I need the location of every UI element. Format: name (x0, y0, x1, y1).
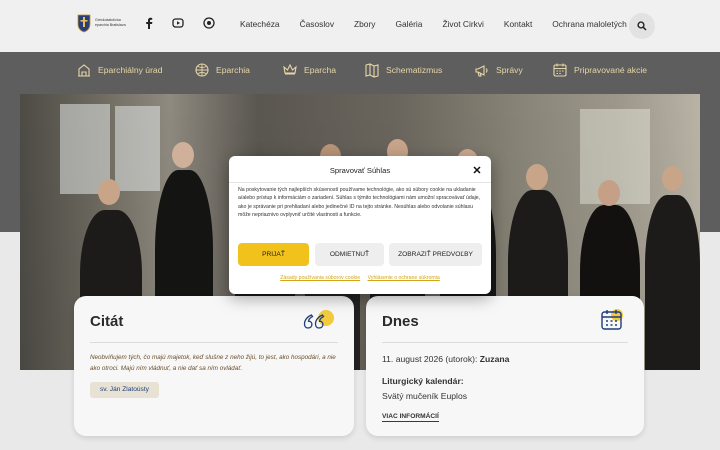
privacy-statement-link[interactable]: Vyhlásenie o ochrane súkromia (368, 275, 440, 281)
map-icon (365, 63, 379, 78)
logo-text: Gréckokatolícka eparchia Bratislava (95, 18, 126, 27)
eparchy-crest-icon (77, 14, 91, 33)
close-icon[interactable]: ✕ (471, 165, 483, 177)
cookie-policy-link[interactable]: Zásady používania súborov cookie (280, 275, 360, 281)
facebook-icon[interactable] (142, 16, 156, 30)
consent-body-text: Na poskytovanie tých najlepších skúsenos… (238, 187, 481, 219)
secnav-eparchia[interactable]: Eparchia (194, 62, 250, 78)
more-info-link[interactable]: VIAC INFORMÁCIÍ (382, 413, 439, 422)
calendar-icon (601, 309, 623, 330)
secnav-spravy[interactable]: Správy (474, 62, 523, 78)
quote-text: Neobviňujem tých, čo majú majetok, keď s… (90, 354, 336, 372)
nav-item-zivot-cirkvi[interactable]: Život Cirkvi (442, 19, 483, 29)
secnav-label: Správy (496, 65, 523, 75)
deny-button[interactable]: Odmietnuť (315, 243, 384, 266)
view-preferences-button[interactable]: Zobraziť predvoľby (389, 243, 482, 266)
liturgical-calendar-label: Liturgický kalendár: (382, 376, 464, 386)
crown-icon (283, 63, 297, 75)
secnav-label: Eparchia (216, 65, 250, 75)
secnav-label: Pripravované akcie (574, 65, 648, 75)
card-divider (382, 342, 628, 343)
globe-icon (195, 63, 209, 77)
card-divider (90, 342, 338, 343)
secnav-eparchialny-urad[interactable]: Eparchiálny úrad (76, 62, 163, 78)
nav-item-casoslov[interactable]: Časoslov (300, 19, 334, 29)
today-date: 11. august 2026 (utorok): (382, 354, 478, 364)
secnav-label: Schematizmus (386, 65, 443, 75)
video-icon[interactable] (171, 16, 185, 30)
quote-card-title: Citát (90, 313, 124, 330)
quote-author-button[interactable]: sv. Ján Zlatoústy (90, 382, 159, 398)
top-header: Gréckokatolícka eparchia Bratislava Kate… (0, 0, 720, 52)
consent-divider (229, 182, 491, 183)
building-icon (78, 64, 90, 77)
megaphone-icon (475, 65, 488, 77)
search-button[interactable] (629, 13, 655, 39)
today-name-day: Zuzana (479, 354, 510, 364)
consent-title: Spravovať Súhlas (329, 166, 391, 175)
liturgical-calendar-value: Svätý mučeník Euplos (382, 391, 468, 401)
nav-item-zbory[interactable]: Zbory (354, 19, 375, 29)
secnav-pripravovane-akcie[interactable]: Pripravované akcie (552, 62, 647, 78)
nav-item-ochrana-maloletych[interactable]: Ochrana maloletých (552, 19, 626, 29)
calendar-icon (553, 63, 567, 77)
accept-button[interactable]: Prijať (238, 243, 309, 266)
today-date-line: 11. august 2026 (utorok): Zuzana (382, 354, 509, 364)
cookie-consent-dialog: Spravovať Súhlas ✕ Na poskytovanie tých … (229, 156, 491, 294)
main-navigation: Katechéza Časoslov Zbory Galéria Život C… (240, 19, 647, 29)
secnav-label: Eparchiálny úrad (98, 65, 163, 75)
nav-item-katecheza[interactable]: Katechéza (240, 19, 280, 29)
secnav-eparcha[interactable]: Eparcha (282, 62, 336, 78)
consent-links: Zásady používania súborov cookie Vyhláse… (229, 275, 491, 281)
nav-item-galeria[interactable]: Galéria (395, 19, 422, 29)
search-icon (637, 21, 647, 31)
secnav-label: Eparcha (304, 65, 337, 75)
today-card-title: Dnes (382, 313, 419, 330)
quote-marks-icon (303, 310, 334, 329)
instagram-icon[interactable] (202, 16, 216, 30)
site-logo[interactable]: Gréckokatolícka eparchia Bratislava (77, 13, 127, 33)
quote-card: Citát Neobviňujem tých, čo majú majetok,… (74, 296, 354, 436)
nav-item-kontakt[interactable]: Kontakt (504, 19, 532, 29)
secnav-schematizmus[interactable]: Schematizmus (364, 62, 442, 78)
today-card: Dnes 11. august 2026 (utorok): Zuzana Li… (366, 296, 644, 436)
